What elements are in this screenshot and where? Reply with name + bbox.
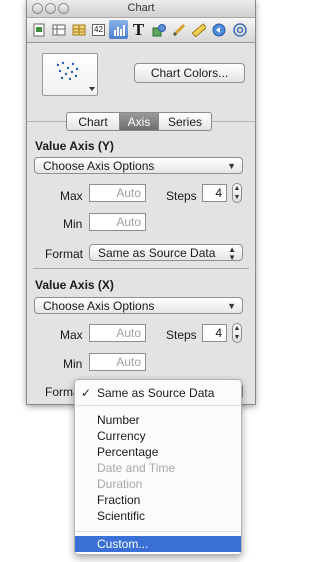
- section-divider: [33, 268, 249, 269]
- menu-item-same-as-source[interactable]: ✓ Same as Source Data: [75, 385, 241, 401]
- scatter-chart-thumbnail-icon: [56, 61, 95, 91]
- menu-item-custom[interactable]: Custom...: [75, 536, 241, 552]
- at-icon[interactable]: [230, 20, 249, 39]
- chart-palette-window: Chart 42 T Chart Colors... Chart Axis Se…: [26, 0, 256, 405]
- y-steps-stepper[interactable]: ▲ ▼: [232, 183, 242, 203]
- x-steps-stepper[interactable]: ▲ ▼: [232, 323, 242, 343]
- tab-series[interactable]: Series: [159, 113, 211, 130]
- text-icon[interactable]: T: [129, 20, 148, 39]
- menu-item-date-and-time: Date and Time: [97, 461, 176, 475]
- x-axis-options-select[interactable]: Choose Axis Options ▼: [34, 297, 243, 314]
- menu-item-scientific[interactable]: Scientific: [75, 508, 241, 524]
- y-max-label: Max: [60, 189, 83, 203]
- y-format-select[interactable]: Same as Source Data ▲ ▼: [89, 244, 243, 262]
- x-steps-field[interactable]: 4: [202, 324, 227, 342]
- menu-separator: [75, 405, 241, 406]
- chevron-down-icon: ▼: [227, 301, 236, 311]
- y-format-label: Format: [45, 247, 84, 261]
- number-format-icon[interactable]: 42: [89, 20, 108, 39]
- tab-strip: Chart Axis Series: [66, 112, 212, 131]
- x-max-field[interactable]: Auto: [89, 324, 146, 342]
- x-min-label: Min: [63, 357, 83, 371]
- y-steps-label: Steps: [166, 189, 197, 203]
- navigation-icon[interactable]: [209, 20, 228, 39]
- dropdown-arrow-icon: [89, 87, 95, 91]
- shapes-icon[interactable]: [149, 20, 168, 39]
- y-axis-options-value: Choose Axis Options: [43, 159, 155, 173]
- chart-colors-button[interactable]: Chart Colors...: [134, 63, 245, 83]
- grid-icon[interactable]: [49, 20, 68, 39]
- x-max-label: Max: [60, 328, 83, 342]
- document-icon[interactable]: [29, 20, 48, 39]
- table-icon[interactable]: [69, 20, 88, 39]
- tab-axis[interactable]: Axis: [120, 113, 159, 130]
- chevron-down-icon: ▼: [227, 161, 236, 171]
- y-max-field[interactable]: Auto: [89, 184, 146, 202]
- palette-toolbar: 42 T: [27, 18, 255, 43]
- y-axis-options-select[interactable]: Choose Axis Options ▼: [34, 157, 243, 174]
- menu-item-percentage[interactable]: Percentage: [75, 444, 241, 460]
- menu-item-number[interactable]: Number: [75, 412, 241, 428]
- menu-item-currency[interactable]: Currency: [75, 428, 241, 444]
- x-axis-options-value: Choose Axis Options: [43, 299, 155, 313]
- chart-type-preview[interactable]: [42, 53, 98, 96]
- pencil-icon[interactable]: [169, 20, 188, 39]
- y-min-field[interactable]: Auto: [89, 213, 146, 231]
- y-min-label: Min: [63, 217, 83, 231]
- y-format-value: Same as Source Data: [98, 246, 216, 260]
- ruler-icon[interactable]: [189, 20, 208, 39]
- x-min-field[interactable]: Auto: [89, 353, 146, 371]
- checkmark-icon: ✓: [81, 386, 92, 400]
- chart-icon[interactable]: [109, 20, 128, 39]
- y-steps-field[interactable]: 4: [202, 184, 227, 202]
- menu-item-duration: Duration: [97, 477, 143, 491]
- x-axis-title: Value Axis (X): [35, 278, 114, 292]
- menu-separator: [75, 531, 241, 532]
- menu-item-fraction[interactable]: Fraction: [75, 492, 241, 508]
- tab-chart[interactable]: Chart: [67, 113, 120, 130]
- y-axis-title: Value Axis (Y): [35, 139, 114, 153]
- window-title: Chart: [127, 2, 155, 14]
- title-bar[interactable]: Chart: [27, 0, 255, 18]
- format-popup-menu: ✓ Same as Source Data Number Currency Pe…: [74, 379, 242, 555]
- updown-arrows-icon: ▲ ▼: [228, 245, 236, 262]
- x-steps-label: Steps: [166, 328, 197, 342]
